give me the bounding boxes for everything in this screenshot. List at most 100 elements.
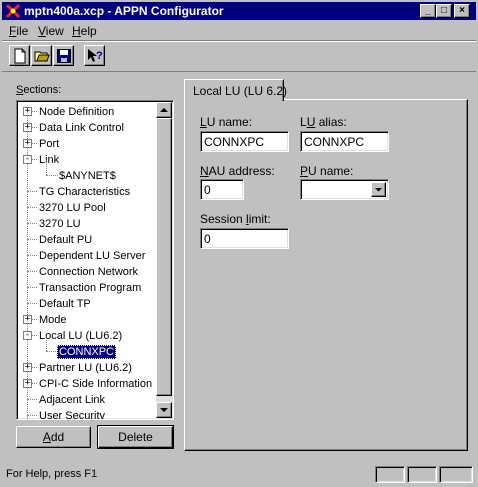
lu-alias-label: LU alias: — [300, 115, 347, 129]
status-bar: For Help, press F1 — [2, 464, 476, 485]
tree-item[interactable]: CONNXPC — [17, 336, 157, 360]
tree-item[interactable]: User Security — [17, 408, 157, 420]
pu-name-label: PU name: — [300, 164, 354, 178]
tree-item-label: Default TP — [39, 298, 91, 310]
context-help-button[interactable]: ? — [84, 45, 105, 66]
tree-item[interactable]: + Port — [17, 136, 157, 152]
lu-name-label: LU name: — [200, 115, 253, 129]
tree-item-label: Link — [39, 154, 60, 166]
status-panel-2 — [407, 466, 437, 483]
new-button[interactable] — [9, 45, 30, 66]
save-disk-icon — [57, 49, 71, 63]
window-title: mptn400a.xcp - APPN Configurator — [24, 4, 224, 18]
tree-item-label: Dependent LU Server — [39, 250, 146, 262]
tree-item[interactable]: + CPI-C Side Information — [17, 376, 157, 392]
nau-address-input[interactable]: 0 — [200, 179, 244, 200]
title-bar[interactable]: mptn400a.xcp - APPN Configurator _ □ × — [2, 2, 476, 20]
tree-item-label: CPI-C Side Information — [39, 378, 153, 390]
expand-icon[interactable]: + — [23, 123, 32, 132]
tree-item[interactable]: 3270 LU Pool — [17, 200, 157, 216]
tree-item[interactable]: Transaction Program — [17, 280, 157, 296]
expand-icon[interactable]: + — [23, 315, 32, 324]
tree-item-label: Default PU — [39, 234, 93, 246]
collapse-icon[interactable]: - — [23, 155, 32, 164]
tree-item[interactable]: + Node Definition — [17, 104, 157, 120]
tab-panel: LU name: CONNXPC LU alias: CONNXPC NAU a… — [184, 99, 468, 451]
scroll-down-button[interactable] — [156, 402, 172, 418]
menu-help[interactable]: Help — [72, 24, 97, 38]
status-panel-1 — [375, 466, 405, 483]
collapse-icon[interactable]: - — [23, 331, 32, 340]
tree-item-label: 3270 LU Pool — [39, 202, 106, 214]
expand-icon[interactable]: + — [23, 107, 32, 116]
tree-item[interactable]: $ANYNET$ — [17, 160, 157, 184]
new-file-icon — [14, 48, 26, 64]
close-button[interactable]: × — [454, 4, 470, 18]
tree-connector — [27, 399, 37, 400]
menu-bar: File View Help — [2, 21, 476, 40]
tree-item[interactable]: Connection Network — [17, 264, 157, 280]
svg-text:?: ? — [96, 50, 103, 62]
open-folder-icon — [34, 51, 50, 62]
scroll-up-button[interactable] — [156, 102, 172, 118]
tree-connector — [27, 287, 37, 288]
tree-item[interactable]: + Mode — [17, 312, 157, 328]
tree-connector — [27, 191, 37, 192]
session-limit-input[interactable]: 0 — [200, 228, 289, 249]
tab-local-lu[interactable]: Local LU (LU 6.2) — [184, 79, 287, 101]
sections-label: Sections: — [16, 84, 62, 96]
pu-name-dropdown[interactable] — [300, 179, 389, 200]
expand-icon[interactable]: + — [23, 379, 32, 388]
tree-item-label: Transaction Program — [39, 282, 142, 294]
tree-item[interactable]: - Link — [17, 152, 157, 168]
appn-app-icon — [5, 3, 21, 19]
vertical-scrollbar[interactable] — [156, 102, 172, 418]
tree-item[interactable]: Default TP — [17, 296, 157, 312]
tree-item[interactable]: + Partner LU (LU6.2) — [17, 360, 157, 376]
arrow-up-icon — [160, 108, 168, 112]
tree-connector — [27, 271, 37, 272]
nau-address-label: NAU address: — [200, 164, 275, 178]
tree-item[interactable]: Dependent LU Server — [17, 248, 157, 264]
sections-tree[interactable]: + Node Definition + Data Link Control + Port -… — [16, 100, 174, 420]
tree-item-label: Mode — [39, 314, 67, 326]
save-button[interactable] — [53, 45, 74, 66]
context-help-icon: ? — [88, 49, 103, 62]
tree-connector — [27, 415, 37, 416]
tree-connector — [27, 239, 37, 240]
maximize-button[interactable]: □ — [436, 4, 452, 18]
open-button[interactable] — [31, 45, 52, 66]
tree-item[interactable]: 3270 LU — [17, 216, 157, 232]
tree-connector — [27, 255, 37, 256]
add-button[interactable]: Add — [16, 426, 91, 448]
tree-item[interactable]: Default PU — [17, 232, 157, 248]
minimize-button[interactable]: _ — [420, 4, 436, 18]
expand-icon[interactable]: + — [23, 139, 32, 148]
tree-item[interactable]: Adjacent Link — [17, 392, 157, 408]
status-panel-3 — [439, 466, 473, 483]
tree-item[interactable]: TG Characteristics — [17, 184, 157, 200]
arrow-down-icon — [160, 408, 168, 412]
lu-name-input[interactable]: CONNXPC — [200, 131, 289, 152]
menu-view[interactable]: View — [38, 24, 64, 38]
chevron-down-icon — [375, 188, 382, 192]
tree-item-label: $ANYNET$ — [59, 170, 116, 182]
tree-item-label: User Security — [39, 410, 106, 420]
pu-name-dropdown-button[interactable] — [371, 182, 386, 197]
expand-icon[interactable]: + — [23, 363, 32, 372]
tree-item[interactable]: + Data Link Control — [17, 120, 157, 136]
lu-alias-input[interactable]: CONNXPC — [300, 131, 389, 152]
tree-item[interactable]: - Local LU (LU6.2) — [17, 328, 157, 344]
tree-item-label: Partner LU (LU6.2) — [39, 362, 132, 374]
delete-button[interactable]: Delete — [97, 425, 174, 449]
tree-connector — [27, 303, 37, 304]
tree-item-label: Local LU (LU6.2) — [39, 330, 123, 342]
tree-item-label: Port — [39, 138, 60, 150]
tree-item-label: Connection Network — [39, 266, 139, 278]
tree-connector — [27, 207, 37, 208]
tree-item-label: Node Definition — [39, 106, 115, 118]
tree-item-label: CONNXPC — [57, 345, 117, 359]
scroll-thumb[interactable] — [156, 118, 172, 396]
menu-file[interactable]: File — [9, 24, 28, 38]
tree-item-label: Data Link Control — [39, 122, 124, 134]
